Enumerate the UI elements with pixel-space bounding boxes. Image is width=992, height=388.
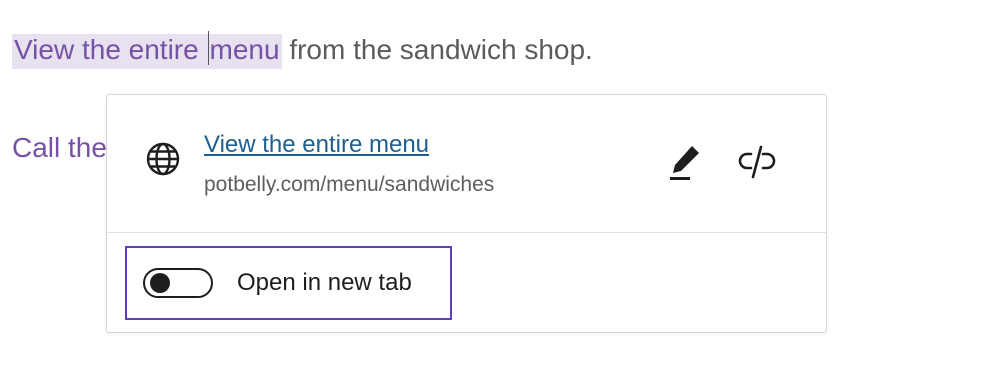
- selected-text-part-1: View the entire: [14, 34, 207, 65]
- open-in-new-tab-label: Open in new tab: [237, 269, 412, 296]
- editor-paragraph-2[interactable]: Call the: [12, 128, 107, 168]
- popover-divider: [107, 232, 826, 233]
- paragraph-text: from the sandwich shop.: [281, 34, 593, 65]
- open-in-new-tab-setting[interactable]: Open in new tab: [125, 246, 452, 320]
- paragraph-link-text: Call the: [12, 132, 107, 163]
- edit-link-button[interactable]: [665, 141, 705, 183]
- open-in-new-tab-toggle[interactable]: [143, 268, 213, 298]
- toggle-knob: [150, 273, 170, 293]
- selected-link-text[interactable]: View the entire menu: [12, 31, 282, 69]
- unlink-icon: [738, 145, 776, 179]
- pencil-icon: [670, 146, 699, 180]
- text-cursor: [207, 31, 209, 65]
- link-url: potbelly.com/menu/sandwiches: [204, 173, 495, 196]
- editor-paragraph-1[interactable]: View the entire menu from the sandwich s…: [12, 30, 593, 70]
- unlink-button[interactable]: [735, 143, 779, 183]
- selected-text-part-2: menu: [209, 34, 280, 65]
- link-popover: View the entire menu potbelly.com/menu/s…: [106, 94, 827, 333]
- link-title[interactable]: View the entire menu: [204, 131, 429, 159]
- globe-icon: [145, 141, 181, 177]
